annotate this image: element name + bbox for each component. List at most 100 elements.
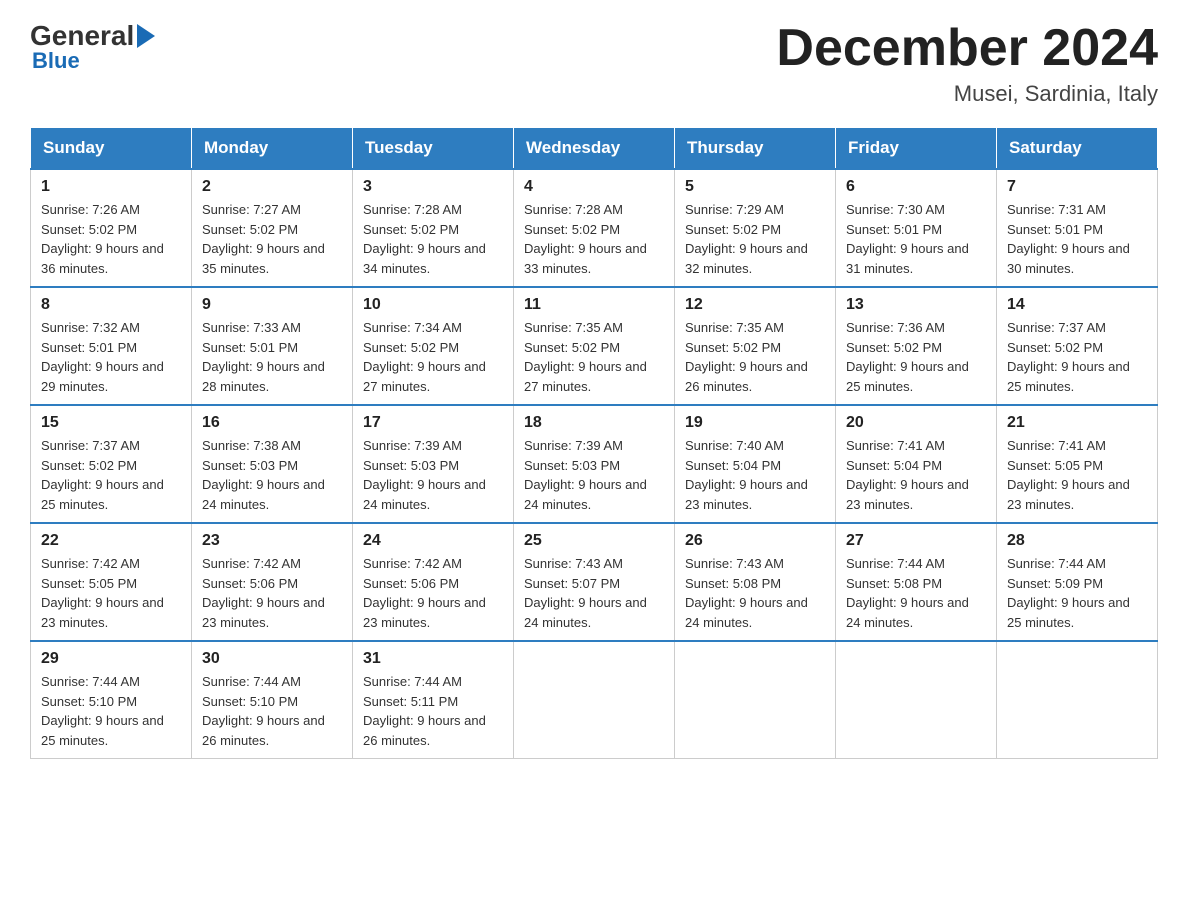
- day-info: Sunrise: 7:30 AMSunset: 5:01 PMDaylight:…: [846, 200, 986, 278]
- calendar-header-monday: Monday: [192, 128, 353, 170]
- day-number: 29: [41, 650, 181, 668]
- calendar-day-cell: 25Sunrise: 7:43 AMSunset: 5:07 PMDayligh…: [514, 523, 675, 641]
- day-number: 28: [1007, 532, 1147, 550]
- calendar-day-cell: [836, 641, 997, 759]
- calendar-day-cell: 7 Sunrise: 7:31 AMSunset: 5:01 PMDaylight…: [997, 169, 1158, 287]
- day-number: 22: [41, 532, 181, 550]
- calendar-week-row: 22 Sunrise: 7:42 AMSunset: 5:05 PMDayligh…: [31, 523, 1158, 641]
- day-number: 21: [1007, 414, 1147, 432]
- calendar-day-cell: 31 Sunrise: 7:44 AMSunset: 5:11 PMDayligh…: [353, 641, 514, 759]
- calendar-day-cell: 26 Sunrise: 7:43 AMSunset: 5:08 PMDayligh…: [675, 523, 836, 641]
- day-number: 13: [846, 296, 986, 314]
- day-number: 17: [363, 414, 503, 432]
- calendar-day-cell: 17 Sunrise: 7:39 AMSunset: 5:03 PMDayligh…: [353, 405, 514, 523]
- day-number: 14: [1007, 296, 1147, 314]
- day-info: Sunrise: 7:36 AMSunset: 5:02 PMDaylight:…: [846, 318, 986, 396]
- day-info: Sunrise: 7:44 AMSunset: 5:10 PMDaylight:…: [41, 672, 181, 750]
- calendar-day-cell: 22 Sunrise: 7:42 AMSunset: 5:05 PMDayligh…: [31, 523, 192, 641]
- day-info: Sunrise: 7:31 AMSunset: 5:01 PMDaylight:…: [1007, 200, 1147, 278]
- calendar-day-cell: 12 Sunrise: 7:35 AMSunset: 5:02 PMDayligh…: [675, 287, 836, 405]
- calendar-day-cell: 21 Sunrise: 7:41 AMSunset: 5:05 PMDayligh…: [997, 405, 1158, 523]
- calendar-day-cell: [514, 641, 675, 759]
- day-number: 6: [846, 178, 986, 196]
- day-info: Sunrise: 7:41 AMSunset: 5:04 PMDaylight:…: [846, 436, 986, 514]
- calendar-day-cell: 1 Sunrise: 7:26 AMSunset: 5:02 PMDaylight…: [31, 169, 192, 287]
- day-number: 25: [524, 532, 664, 550]
- calendar-day-cell: 18Sunrise: 7:39 AMSunset: 5:03 PMDayligh…: [514, 405, 675, 523]
- page-header: General Blue December 2024 Musei, Sardin…: [30, 20, 1158, 107]
- title-section: December 2024 Musei, Sardinia, Italy: [776, 20, 1158, 107]
- day-number: 12: [685, 296, 825, 314]
- day-number: 9: [202, 296, 342, 314]
- day-number: 7: [1007, 178, 1147, 196]
- day-info: Sunrise: 7:35 AMSunset: 5:02 PMDaylight:…: [524, 318, 664, 396]
- calendar-day-cell: 20 Sunrise: 7:41 AMSunset: 5:04 PMDayligh…: [836, 405, 997, 523]
- day-number: 23: [202, 532, 342, 550]
- day-info: Sunrise: 7:44 AMSunset: 5:08 PMDaylight:…: [846, 554, 986, 632]
- day-info: Sunrise: 7:42 AMSunset: 5:06 PMDaylight:…: [202, 554, 342, 632]
- calendar-day-cell: 5Sunrise: 7:29 AMSunset: 5:02 PMDaylight…: [675, 169, 836, 287]
- day-number: 10: [363, 296, 503, 314]
- day-number: 31: [363, 650, 503, 668]
- day-number: 1: [41, 178, 181, 196]
- calendar-day-cell: 14 Sunrise: 7:37 AMSunset: 5:02 PMDayligh…: [997, 287, 1158, 405]
- day-info: Sunrise: 7:38 AMSunset: 5:03 PMDaylight:…: [202, 436, 342, 514]
- calendar-day-cell: 19 Sunrise: 7:40 AMSunset: 5:04 PMDayligh…: [675, 405, 836, 523]
- calendar-header-tuesday: Tuesday: [353, 128, 514, 170]
- day-info: Sunrise: 7:40 AMSunset: 5:04 PMDaylight:…: [685, 436, 825, 514]
- calendar-day-cell: 9 Sunrise: 7:33 AMSunset: 5:01 PMDaylight…: [192, 287, 353, 405]
- logo-blue-text: Blue: [32, 48, 80, 74]
- calendar-day-cell: 30Sunrise: 7:44 AMSunset: 5:10 PMDayligh…: [192, 641, 353, 759]
- day-number: 19: [685, 414, 825, 432]
- calendar-day-cell: [675, 641, 836, 759]
- calendar-header-row: SundayMondayTuesdayWednesdayThursdayFrid…: [31, 128, 1158, 170]
- calendar-day-cell: 6 Sunrise: 7:30 AMSunset: 5:01 PMDaylight…: [836, 169, 997, 287]
- calendar-day-cell: 23 Sunrise: 7:42 AMSunset: 5:06 PMDayligh…: [192, 523, 353, 641]
- calendar-day-cell: 29 Sunrise: 7:44 AMSunset: 5:10 PMDayligh…: [31, 641, 192, 759]
- calendar-day-cell: 4Sunrise: 7:28 AMSunset: 5:02 PMDaylight…: [514, 169, 675, 287]
- location: Musei, Sardinia, Italy: [776, 81, 1158, 107]
- day-number: 20: [846, 414, 986, 432]
- day-number: 8: [41, 296, 181, 314]
- day-info: Sunrise: 7:42 AMSunset: 5:05 PMDaylight:…: [41, 554, 181, 632]
- day-number: 11: [524, 296, 664, 314]
- day-number: 18: [524, 414, 664, 432]
- day-number: 27: [846, 532, 986, 550]
- calendar-day-cell: 13 Sunrise: 7:36 AMSunset: 5:02 PMDayligh…: [836, 287, 997, 405]
- day-info: Sunrise: 7:32 AMSunset: 5:01 PMDaylight:…: [41, 318, 181, 396]
- day-info: Sunrise: 7:43 AMSunset: 5:08 PMDaylight:…: [685, 554, 825, 632]
- calendar-header-thursday: Thursday: [675, 128, 836, 170]
- month-title: December 2024: [776, 20, 1158, 77]
- day-info: Sunrise: 7:44 AMSunset: 5:09 PMDaylight:…: [1007, 554, 1147, 632]
- day-info: Sunrise: 7:42 AMSunset: 5:06 PMDaylight:…: [363, 554, 503, 632]
- day-number: 5: [685, 178, 825, 196]
- day-number: 3: [363, 178, 503, 196]
- calendar-day-cell: 15 Sunrise: 7:37 AMSunset: 5:02 PMDayligh…: [31, 405, 192, 523]
- day-number: 26: [685, 532, 825, 550]
- day-info: Sunrise: 7:41 AMSunset: 5:05 PMDaylight:…: [1007, 436, 1147, 514]
- calendar-day-cell: 8 Sunrise: 7:32 AMSunset: 5:01 PMDaylight…: [31, 287, 192, 405]
- calendar-day-cell: 28 Sunrise: 7:44 AMSunset: 5:09 PMDayligh…: [997, 523, 1158, 641]
- day-info: Sunrise: 7:28 AMSunset: 5:02 PMDaylight:…: [524, 200, 664, 278]
- calendar-day-cell: 11 Sunrise: 7:35 AMSunset: 5:02 PMDayligh…: [514, 287, 675, 405]
- day-info: Sunrise: 7:26 AMSunset: 5:02 PMDaylight:…: [41, 200, 181, 278]
- day-info: Sunrise: 7:35 AMSunset: 5:02 PMDaylight:…: [685, 318, 825, 396]
- day-info: Sunrise: 7:28 AMSunset: 5:02 PMDaylight:…: [363, 200, 503, 278]
- day-info: Sunrise: 7:44 AMSunset: 5:11 PMDaylight:…: [363, 672, 503, 750]
- calendar-day-cell: 27 Sunrise: 7:44 AMSunset: 5:08 PMDayligh…: [836, 523, 997, 641]
- day-number: 24: [363, 532, 503, 550]
- day-number: 15: [41, 414, 181, 432]
- calendar-day-cell: 10Sunrise: 7:34 AMSunset: 5:02 PMDayligh…: [353, 287, 514, 405]
- day-info: Sunrise: 7:37 AMSunset: 5:02 PMDaylight:…: [41, 436, 181, 514]
- day-info: Sunrise: 7:37 AMSunset: 5:02 PMDaylight:…: [1007, 318, 1147, 396]
- day-number: 16: [202, 414, 342, 432]
- day-info: Sunrise: 7:33 AMSunset: 5:01 PMDaylight:…: [202, 318, 342, 396]
- calendar-day-cell: 2Sunrise: 7:27 AMSunset: 5:02 PMDaylight…: [192, 169, 353, 287]
- logo: General Blue: [30, 20, 158, 74]
- day-info: Sunrise: 7:39 AMSunset: 5:03 PMDaylight:…: [363, 436, 503, 514]
- calendar-header-wednesday: Wednesday: [514, 128, 675, 170]
- day-info: Sunrise: 7:44 AMSunset: 5:10 PMDaylight:…: [202, 672, 342, 750]
- logo-arrow-icon: [137, 24, 155, 48]
- calendar-day-cell: 24 Sunrise: 7:42 AMSunset: 5:06 PMDayligh…: [353, 523, 514, 641]
- calendar-day-cell: 16 Sunrise: 7:38 AMSunset: 5:03 PMDayligh…: [192, 405, 353, 523]
